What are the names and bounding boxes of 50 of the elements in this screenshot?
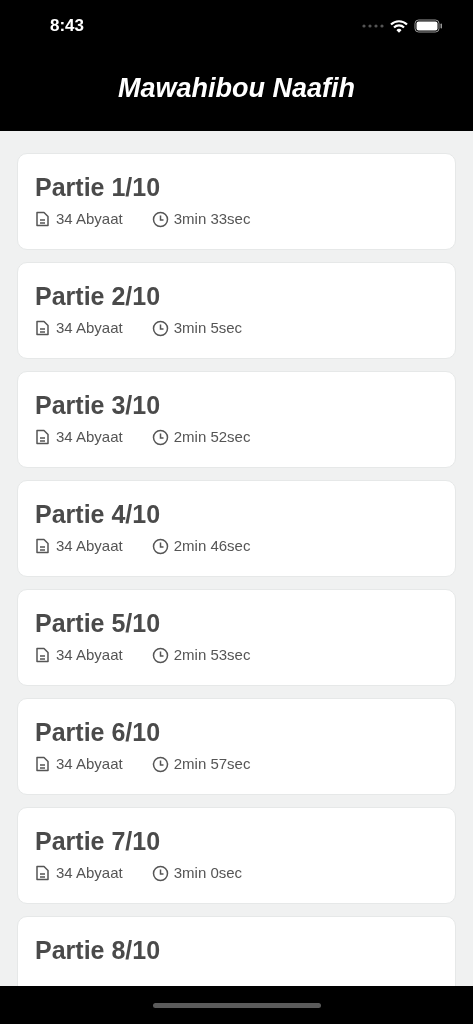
part-card[interactable]: Partie 4/10 34 Abyaat 2min 46sec <box>17 480 456 577</box>
part-card[interactable]: Partie 2/10 34 Abyaat 3min 5sec <box>17 262 456 359</box>
part-card[interactable]: Partie 5/10 34 Abyaat 2min 53sec <box>17 589 456 686</box>
verse-count: 34 Abyaat <box>56 863 123 883</box>
part-title: Partie 4/10 <box>35 499 162 530</box>
part-title: Partie 3/10 <box>35 390 162 421</box>
duration: 2min 46sec <box>173 536 251 556</box>
status-time: 8:43 <box>50 15 85 38</box>
part-title: Partie 8/10 <box>35 935 162 966</box>
document-icon <box>35 865 50 882</box>
document-icon <box>35 647 50 664</box>
duration: 2min 57sec <box>173 754 251 774</box>
wifi-icon <box>390 19 408 33</box>
verse-count: 34 Abyaat <box>56 536 123 556</box>
duration: 3min 5sec <box>173 318 243 338</box>
part-title: Partie 5/10 <box>35 608 162 639</box>
clock-icon <box>151 319 169 337</box>
duration: 2min 52sec <box>173 427 251 447</box>
duration: 3min 0sec <box>173 863 243 883</box>
document-icon <box>35 320 50 337</box>
part-title: Partie 7/10 <box>35 826 162 857</box>
clock-icon <box>151 864 169 882</box>
document-icon <box>35 756 50 773</box>
document-icon <box>35 211 50 228</box>
part-title: Partie 6/10 <box>35 717 162 748</box>
clock-icon <box>151 428 169 446</box>
clock-icon <box>151 755 169 773</box>
screen-title: Mawahibou Naafih <box>118 72 355 106</box>
clock-icon <box>151 210 169 228</box>
part-card[interactable]: Partie 1/10 34 Abyaat 3min 33sec <box>17 153 456 250</box>
battery-icon <box>414 19 443 33</box>
part-card[interactable]: Partie 7/10 34 Abyaat 3min 0sec <box>17 807 456 904</box>
clock-icon <box>151 646 169 664</box>
duration: 3min 33sec <box>173 209 251 229</box>
part-card[interactable]: Partie 8/10 <box>17 916 456 986</box>
signal-icon <box>362 24 384 28</box>
document-icon <box>35 429 50 446</box>
part-card[interactable]: Partie 3/10 34 Abyaat 2min 52sec <box>17 371 456 468</box>
verse-count: 34 Abyaat <box>56 645 123 665</box>
part-card[interactable]: Partie 6/10 34 Abyaat 2min 57sec <box>17 698 456 795</box>
document-icon <box>35 538 50 555</box>
verse-count: 34 Abyaat <box>56 427 123 447</box>
part-title: Partie 2/10 <box>35 281 162 312</box>
clock-icon <box>151 537 169 555</box>
duration: 2min 53sec <box>173 645 251 665</box>
part-title: Partie 1/10 <box>35 172 162 203</box>
verse-count: 34 Abyaat <box>56 318 123 338</box>
home-indicator[interactable] <box>152 1002 321 1008</box>
verse-count: 34 Abyaat <box>56 209 123 229</box>
verse-count: 34 Abyaat <box>56 754 123 774</box>
